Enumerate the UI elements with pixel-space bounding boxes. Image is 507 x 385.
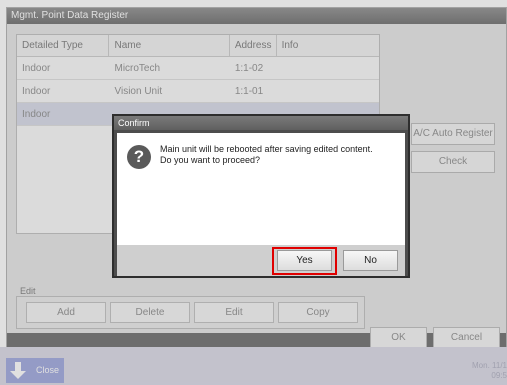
- dialog-body: ? Main unit will be rebooted after savin…: [117, 133, 405, 245]
- dialog-footer: Yes No: [117, 245, 405, 276]
- dialog-message-line1: Main unit will be rebooted after saving …: [160, 144, 373, 154]
- dialog-message: Main unit will be rebooted after saving …: [160, 144, 373, 166]
- dialog-title: Confirm: [114, 116, 408, 130]
- question-icon: ?: [127, 145, 151, 169]
- dialog-message-line2: Do you want to proceed?: [160, 155, 261, 165]
- yes-button[interactable]: Yes: [277, 250, 332, 271]
- no-button[interactable]: No: [343, 250, 398, 271]
- confirm-dialog: Confirm ? Main unit will be rebooted aft…: [112, 114, 410, 278]
